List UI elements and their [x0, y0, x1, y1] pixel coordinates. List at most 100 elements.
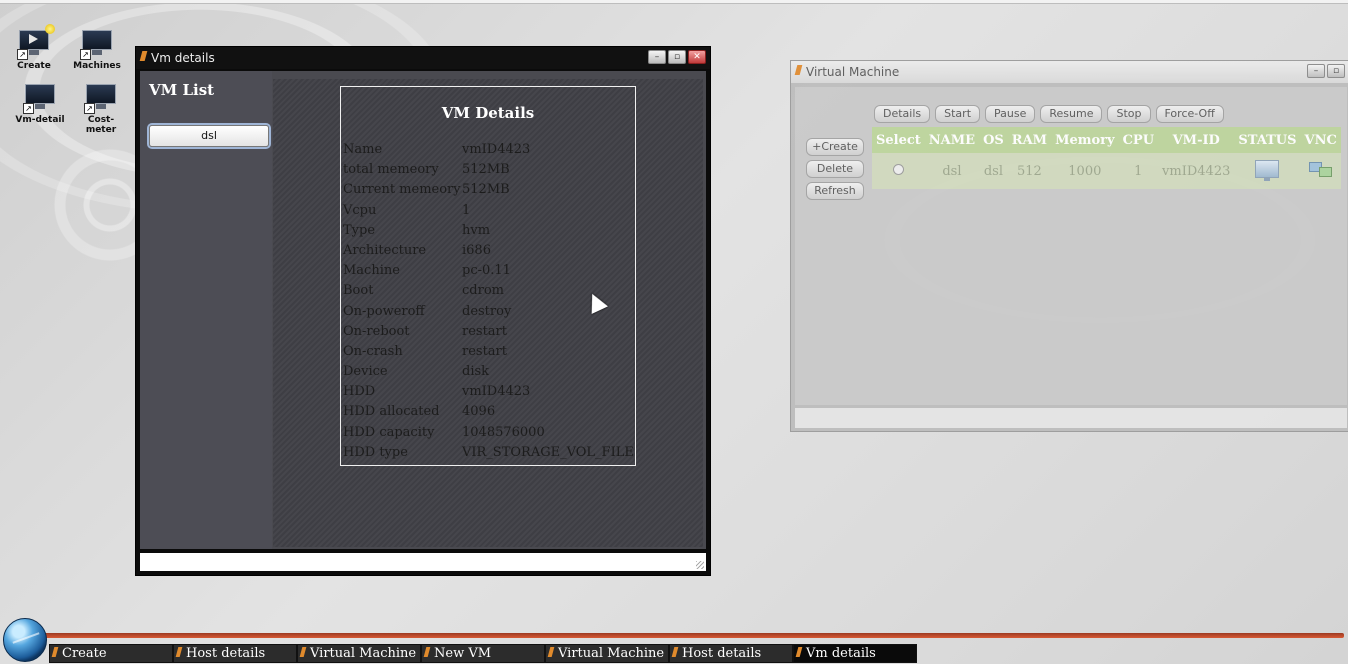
- taskbar-item[interactable]: Create: [49, 644, 173, 663]
- desktop-icon-machines[interactable]: ↗ Machines: [69, 28, 125, 71]
- window-titlebar[interactable]: Vm details – ▫ ✕: [136, 47, 710, 69]
- desktop-icon-cost-meter[interactable]: ↗ Cost-meter: [73, 82, 129, 135]
- screen-top-strip: [0, 0, 1348, 4]
- stop-button[interactable]: Stop: [1107, 105, 1151, 123]
- vm-list-pane: VM List dsl: [140, 71, 272, 549]
- close-button[interactable]: ✕: [688, 50, 706, 64]
- detail-value: pc-0.11: [462, 263, 511, 279]
- select-radio[interactable]: [892, 163, 904, 175]
- detail-value: VIR_STORAGE_VOL_FILE: [462, 444, 634, 460]
- table-header-row: Select NAME OS RAM Memory CPU VM-ID STAT…: [872, 127, 1341, 153]
- taskbar-item[interactable]: Host details: [173, 644, 297, 663]
- detail-row: HDD vmID4423: [343, 382, 635, 402]
- detail-row: Vcpu 1: [343, 201, 635, 221]
- force-off-button[interactable]: Force-Off: [1155, 105, 1224, 123]
- column-header-memory: Memory: [1051, 127, 1119, 153]
- taskbar-item[interactable]: Host details: [669, 644, 793, 663]
- create-vm-button[interactable]: +Create: [806, 138, 864, 156]
- start-menu-icon[interactable]: [3, 618, 47, 662]
- desktop-icon-create[interactable]: ↗ Create: [6, 24, 62, 71]
- delete-vm-button[interactable]: Delete: [806, 160, 864, 178]
- vm-details-card: VM Details Name vmID4423 total memeory 512M…: [340, 86, 636, 466]
- detail-row: Current memeory 512MB: [343, 180, 635, 200]
- detail-value: 4096: [462, 404, 496, 420]
- status-cell: [1234, 153, 1301, 189]
- vm-detail-icon: ↗: [23, 82, 57, 114]
- minimize-button[interactable]: –: [648, 50, 666, 64]
- detail-key: Vcpu: [343, 202, 377, 218]
- window-menu-icon[interactable]: [139, 51, 148, 61]
- window-title: Virtual Machine: [806, 65, 900, 79]
- detail-key: HDD type: [343, 444, 408, 460]
- detail-key: HDD: [343, 384, 376, 400]
- window-menu-icon[interactable]: [794, 65, 803, 75]
- detail-value: destroy: [462, 303, 512, 319]
- resize-grip-icon[interactable]: [696, 561, 704, 569]
- vm-side-actions: +Create Delete Refresh: [806, 138, 864, 200]
- window-titlebar[interactable]: Virtual Machine – ▫: [791, 61, 1348, 83]
- taskbar-item-label: Host details: [682, 646, 762, 661]
- vm-list-item-dsl[interactable]: dsl: [149, 125, 269, 147]
- taskbar-item[interactable]: New VM: [421, 644, 545, 663]
- desktop-icon-vm-detail[interactable]: ↗ Vm-detail: [12, 82, 68, 125]
- window-menu-icon: [423, 647, 431, 657]
- detail-key: On-reboot: [343, 323, 410, 339]
- resume-button[interactable]: Resume: [1040, 105, 1103, 123]
- pause-button[interactable]: Pause: [985, 105, 1036, 123]
- maximize-button[interactable]: ▫: [668, 50, 686, 64]
- virtual-machine-window: Virtual Machine – ▫ Details Start Pause …: [790, 60, 1348, 432]
- taskbar-item[interactable]: Virtual Machine: [297, 644, 421, 663]
- details-button[interactable]: Details: [874, 105, 931, 123]
- ram-cell: 512: [1007, 153, 1052, 189]
- monitor-icon[interactable]: [1255, 160, 1280, 181]
- taskbar-item-label: Host details: [186, 646, 266, 661]
- detail-row: Architecture i686: [343, 241, 635, 261]
- column-header-cpu: CPU: [1118, 127, 1159, 153]
- detail-value: vmID4423: [462, 142, 531, 157]
- start-button[interactable]: Start: [935, 105, 981, 123]
- vm-details-body: VM List dsl VM Details Name vmID4423 total…: [140, 71, 706, 549]
- detail-key: Machine: [343, 263, 400, 279]
- vm-list-title: VM List: [149, 81, 215, 99]
- vm-table: Select NAME OS RAM Memory CPU VM-ID STAT…: [872, 127, 1341, 189]
- refresh-button[interactable]: Refresh: [806, 182, 864, 200]
- os-cell: dsl: [979, 153, 1008, 189]
- detail-key: Type: [343, 222, 376, 238]
- maximize-button[interactable]: ▫: [1327, 64, 1345, 78]
- detail-row: Machine pc-0.11: [343, 261, 635, 281]
- detail-value: cdrom: [462, 283, 504, 299]
- cpu-cell: 1: [1118, 153, 1159, 189]
- minimize-button[interactable]: –: [1307, 64, 1325, 78]
- window-menu-icon: [175, 647, 183, 657]
- vm-details-title: VM Details: [441, 104, 535, 122]
- detail-key: total memeory: [343, 162, 439, 178]
- vm-manager-panel: Details Start Pause Resume Stop Force-Of…: [795, 87, 1347, 405]
- taskbar-item[interactable]: Vm details: [793, 644, 917, 663]
- desktop-icon-label: Create: [17, 61, 51, 71]
- window-statusbar: [795, 408, 1347, 428]
- vm-details-window: Vm details – ▫ ✕ VM List dsl VM Details …: [135, 46, 711, 576]
- column-header-status: STATUS: [1234, 127, 1301, 153]
- detail-key: Name: [343, 142, 383, 157]
- detail-value: 512MB: [462, 162, 510, 178]
- column-header-vm-id: VM-ID: [1158, 127, 1235, 153]
- detail-value: 512MB: [462, 182, 510, 198]
- detail-key: Current memeory: [343, 182, 461, 198]
- table-row[interactable]: dsl dsl 512 1000 1 vmID4423: [872, 153, 1341, 189]
- detail-key: Device: [343, 364, 388, 380]
- detail-row: Name vmID4423: [343, 140, 635, 160]
- window-title: Vm details: [151, 51, 215, 65]
- window-menu-icon: [795, 647, 803, 657]
- cost-meter-icon: ↗: [84, 82, 118, 114]
- machines-icon: ↗: [80, 28, 114, 60]
- column-header-name: NAME: [924, 127, 980, 153]
- desktop-icon-label: Cost-meter: [85, 115, 117, 135]
- detail-row: HDD allocated 4096: [343, 402, 635, 422]
- detail-row: Device disk: [343, 362, 635, 382]
- taskbar-item[interactable]: Virtual Machine: [545, 644, 669, 663]
- vnc-icon[interactable]: [1308, 160, 1333, 178]
- detail-row: On-crash restart: [343, 342, 635, 362]
- detail-value: 1: [462, 202, 471, 218]
- window-statusbar: [140, 553, 706, 571]
- detail-key: HDD capacity: [343, 424, 435, 440]
